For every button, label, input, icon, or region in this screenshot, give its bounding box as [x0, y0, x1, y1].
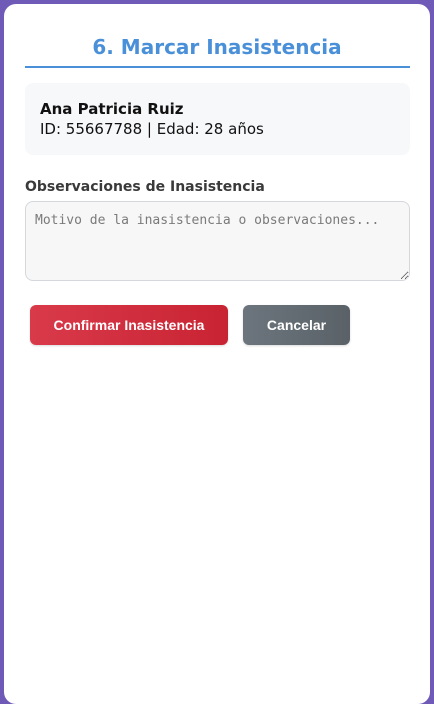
patient-details: ID: 55667788 | Edad: 28 años [40, 120, 264, 138]
observations-textarea[interactable] [25, 201, 410, 281]
page-title: 6. Marcar Inasistencia [92, 35, 342, 59]
cancel-button[interactable]: Cancelar [243, 305, 350, 345]
title-divider [25, 66, 410, 68]
observations-label: Observaciones de Inasistencia [25, 179, 265, 195]
absence-card: 6. Marcar Inasistencia Ana Patricia Ruiz… [4, 4, 430, 704]
confirm-absence-button[interactable]: Confirmar Inasistencia [30, 305, 228, 345]
patient-name: Ana Patricia Ruiz [40, 100, 184, 118]
patient-info-box: Ana Patricia Ruiz ID: 55667788 | Edad: 2… [25, 83, 410, 155]
